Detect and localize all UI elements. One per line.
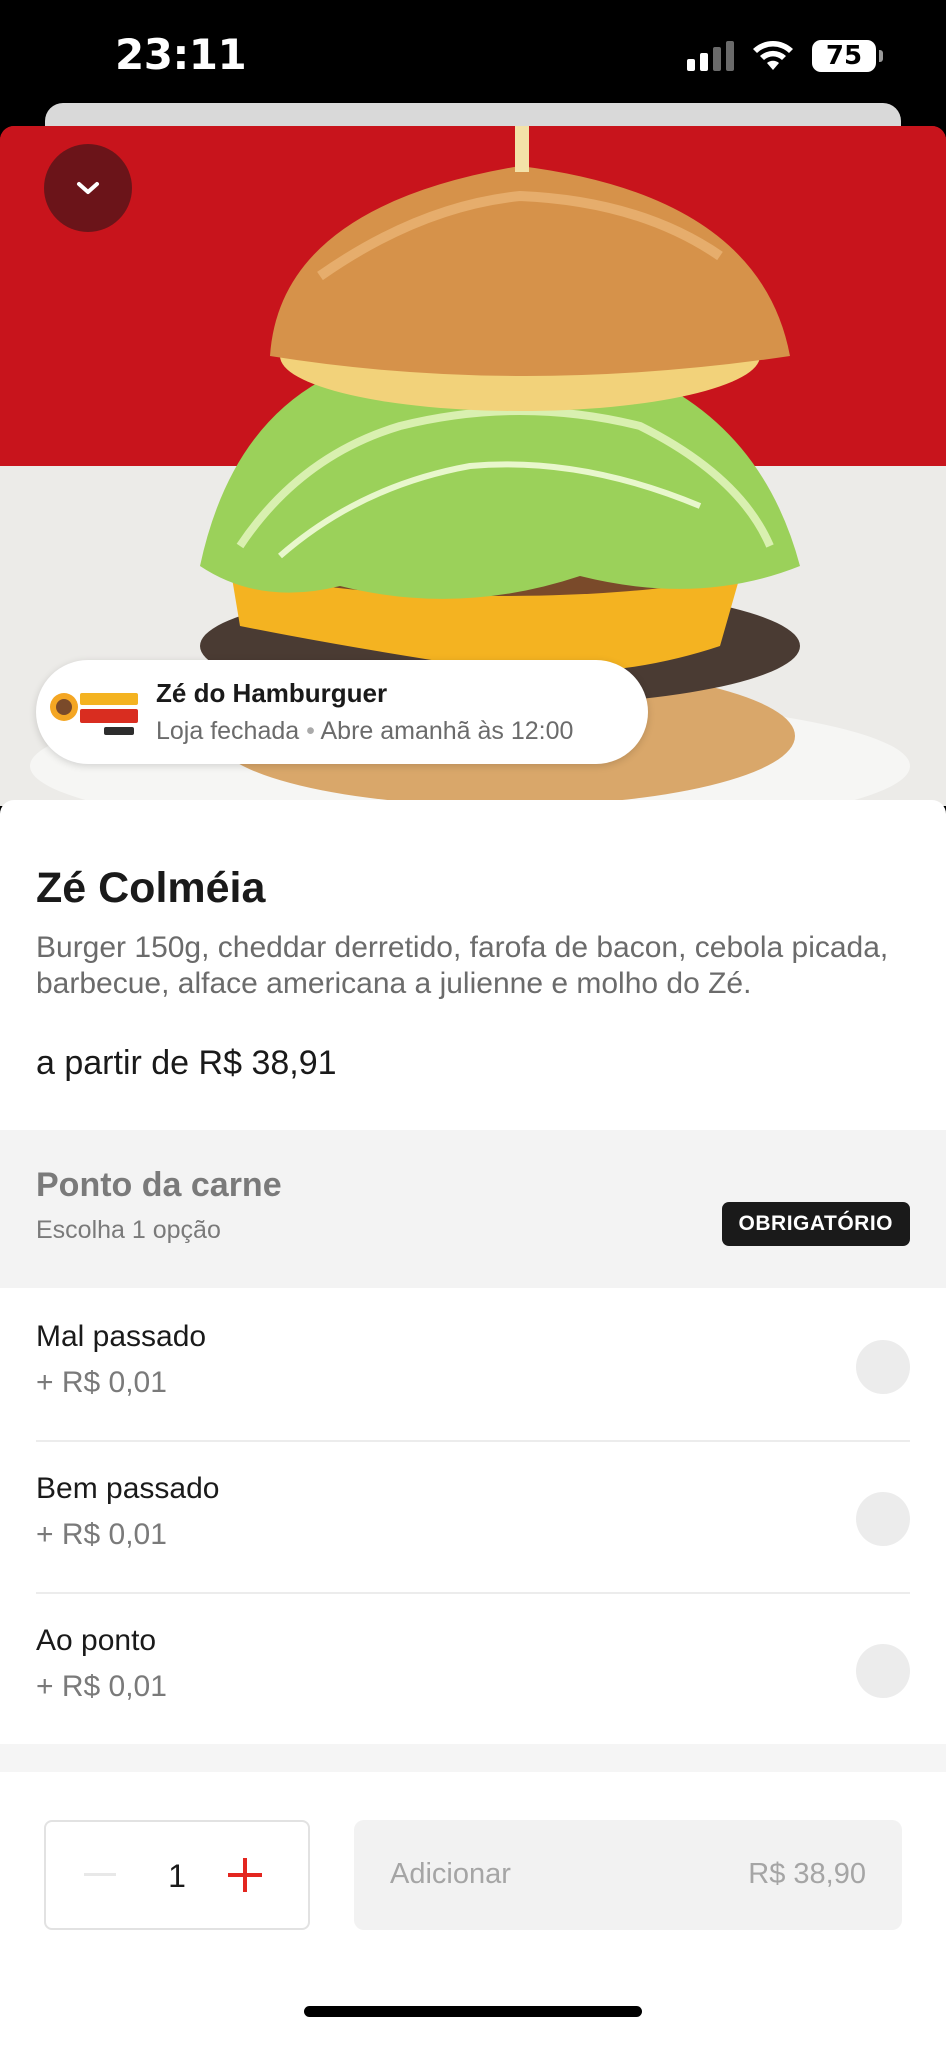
add-to-cart-button[interactable]: Adicionar R$ 38,90 — [354, 1820, 902, 1930]
product-details: Zé Colméia Burger 150g, cheddar derretid… — [0, 800, 946, 2048]
plus-icon[interactable] — [228, 1858, 262, 1892]
status-bar: 23:11 75 — [0, 0, 946, 110]
option-bem-passado[interactable]: Bem passado + R$ 0,01 — [36, 1440, 910, 1594]
store-logo — [50, 693, 138, 735]
store-name: Zé do Hamburguer — [156, 678, 388, 708]
add-total: R$ 38,90 — [748, 1858, 866, 1890]
option-radio[interactable] — [856, 1340, 910, 1394]
option-group-header: Ponto da carne Escolha 1 opção OBRIGATÓR… — [0, 1130, 946, 1288]
wifi-icon — [753, 41, 793, 70]
divider — [0, 1744, 946, 1772]
product-description: Burger 150g, cheddar derretido, farofa d… — [36, 931, 889, 1000]
chevron-down-icon — [77, 182, 99, 194]
add-label: Adicionar — [390, 1858, 511, 1890]
signal-icon — [687, 41, 734, 71]
option-mal-passado[interactable]: Mal passado + R$ 0,01 — [36, 1288, 910, 1442]
required-badge: OBRIGATÓRIO — [721, 1202, 910, 1246]
bottom-bar: 1 Adicionar R$ 38,90 — [0, 1772, 946, 2048]
product-price: a partir de R$ 38,91 — [36, 1044, 337, 1082]
option-ao-ponto[interactable]: Ao ponto + R$ 0,01 — [36, 1592, 910, 1744]
option-price: + R$ 0,01 — [36, 1518, 167, 1551]
option-radio[interactable] — [856, 1492, 910, 1546]
quantity-stepper: 1 — [44, 1820, 310, 1930]
product-title: Zé Colméia — [36, 864, 266, 912]
option-label: Ao ponto — [36, 1624, 157, 1657]
collapse-button[interactable] — [44, 144, 132, 232]
battery-icon: 75 — [812, 40, 883, 72]
option-radio[interactable] — [856, 1644, 910, 1698]
store-status: Loja fechada • Abre amanhã às 12:00 — [156, 717, 574, 745]
quantity-value: 1 — [168, 1858, 186, 1894]
option-price: + R$ 0,01 — [36, 1670, 167, 1703]
status-icons: 75 — [687, 36, 883, 76]
home-indicator — [304, 2006, 642, 2017]
option-label: Mal passado — [36, 1320, 207, 1353]
status-time: 23:11 — [115, 30, 247, 79]
store-info[interactable]: Zé do Hamburguer Loja fechada • Abre ama… — [36, 660, 648, 764]
option-label: Bem passado — [36, 1472, 220, 1505]
option-price: + R$ 0,01 — [36, 1366, 167, 1399]
option-group-subtitle: Escolha 1 opção — [36, 1216, 221, 1244]
option-group-title: Ponto da carne — [36, 1166, 282, 1204]
